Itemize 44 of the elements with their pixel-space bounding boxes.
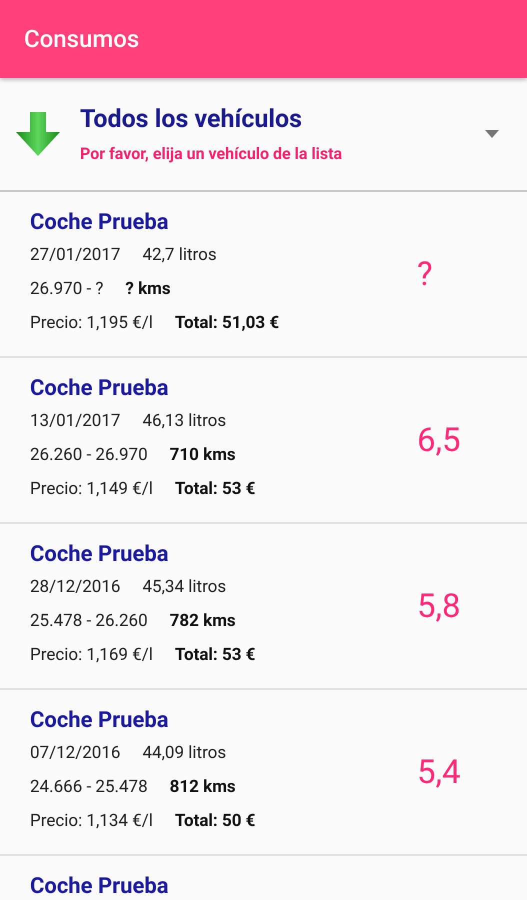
price: Precio: 1,169 €/l (30, 645, 153, 665)
consumption-value: 6,5 (417, 420, 462, 460)
distance: ? kms (125, 279, 171, 299)
total: Total: 51,03 € (174, 313, 280, 333)
fuel-entry-card[interactable]: Coche Prueba 28/12/2016 45,34 litros 25.478 - 26.260 782 kms Precio: 1,169 €/l Total: 53 € 5,8 (0, 524, 527, 690)
liters: 45,34 litros (142, 577, 226, 597)
fuel-entry-card[interactable]: Coche Prueba 27/01/2017 42,7 litros 26.970 - ? ? kms Precio: 1,195 €/l Total: 51,03 € ? (0, 192, 527, 358)
liters: 46,13 litros (142, 411, 226, 431)
vehicle-name: Coche Prueba (30, 375, 170, 403)
consumption-value: 5,4 (417, 752, 462, 792)
odometer-range: 26.260 - 26.970 (30, 445, 148, 465)
vehicle-name: Coche Prueba (30, 707, 170, 735)
dropdown-caret-icon (485, 130, 499, 138)
entry-date: 27/01/2017 (30, 245, 120, 265)
app-title: Consumos (24, 25, 140, 53)
selected-vehicle: Todos los vehículos (80, 105, 303, 134)
consumption-value: ? (417, 254, 434, 294)
liters: 44,09 litros (142, 743, 226, 763)
odometer-range: 25.478 - 26.260 (30, 611, 148, 631)
selector-hint: Por favor, elija un vehículo de la lista (80, 144, 344, 163)
entry-date: 13/01/2017 (30, 411, 120, 431)
distance: 812 kms (170, 777, 236, 797)
fuel-entry-card[interactable]: Coche Prueba 13/01/2017 46,13 litros 26.260 - 26.970 710 kms Precio: 1,149 €/l Total: 53 € 6,5 (0, 358, 527, 524)
total: Total: 50 € (174, 811, 256, 831)
vehicle-name: Coche Prueba (30, 209, 170, 237)
entry-date: 07/12/2016 (30, 743, 120, 763)
fuel-entry-card[interactable]: Coche Prueba (0, 856, 527, 900)
consumption-value: 5,8 (417, 586, 462, 626)
vehicle-dropdown[interactable]: Todos los vehículos Por favor, elija un vehículo de la lista (0, 78, 527, 192)
down-arrow-icon (14, 110, 62, 158)
fuel-entry-card[interactable]: Coche Prueba 07/12/2016 44,09 litros 24.666 - 25.478 812 kms Precio: 1,134 €/l Total: 50 € 5,4 (0, 690, 527, 856)
vehicle-name: Coche Prueba (30, 873, 170, 900)
distance: 710 kms (170, 445, 236, 465)
distance: 782 kms (170, 611, 236, 631)
price: Precio: 1,149 €/l (30, 479, 153, 499)
price: Precio: 1,195 €/l (30, 313, 153, 333)
entry-date: 28/12/2016 (30, 577, 120, 597)
total: Total: 53 € (174, 645, 256, 665)
price: Precio: 1,134 €/l (30, 811, 153, 831)
total: Total: 53 € (174, 479, 256, 499)
vehicle-name: Coche Prueba (30, 541, 170, 569)
odometer-range: 26.970 - ? (30, 279, 104, 299)
liters: 42,7 litros (142, 245, 217, 265)
odometer-range: 24.666 - 25.478 (30, 777, 148, 797)
